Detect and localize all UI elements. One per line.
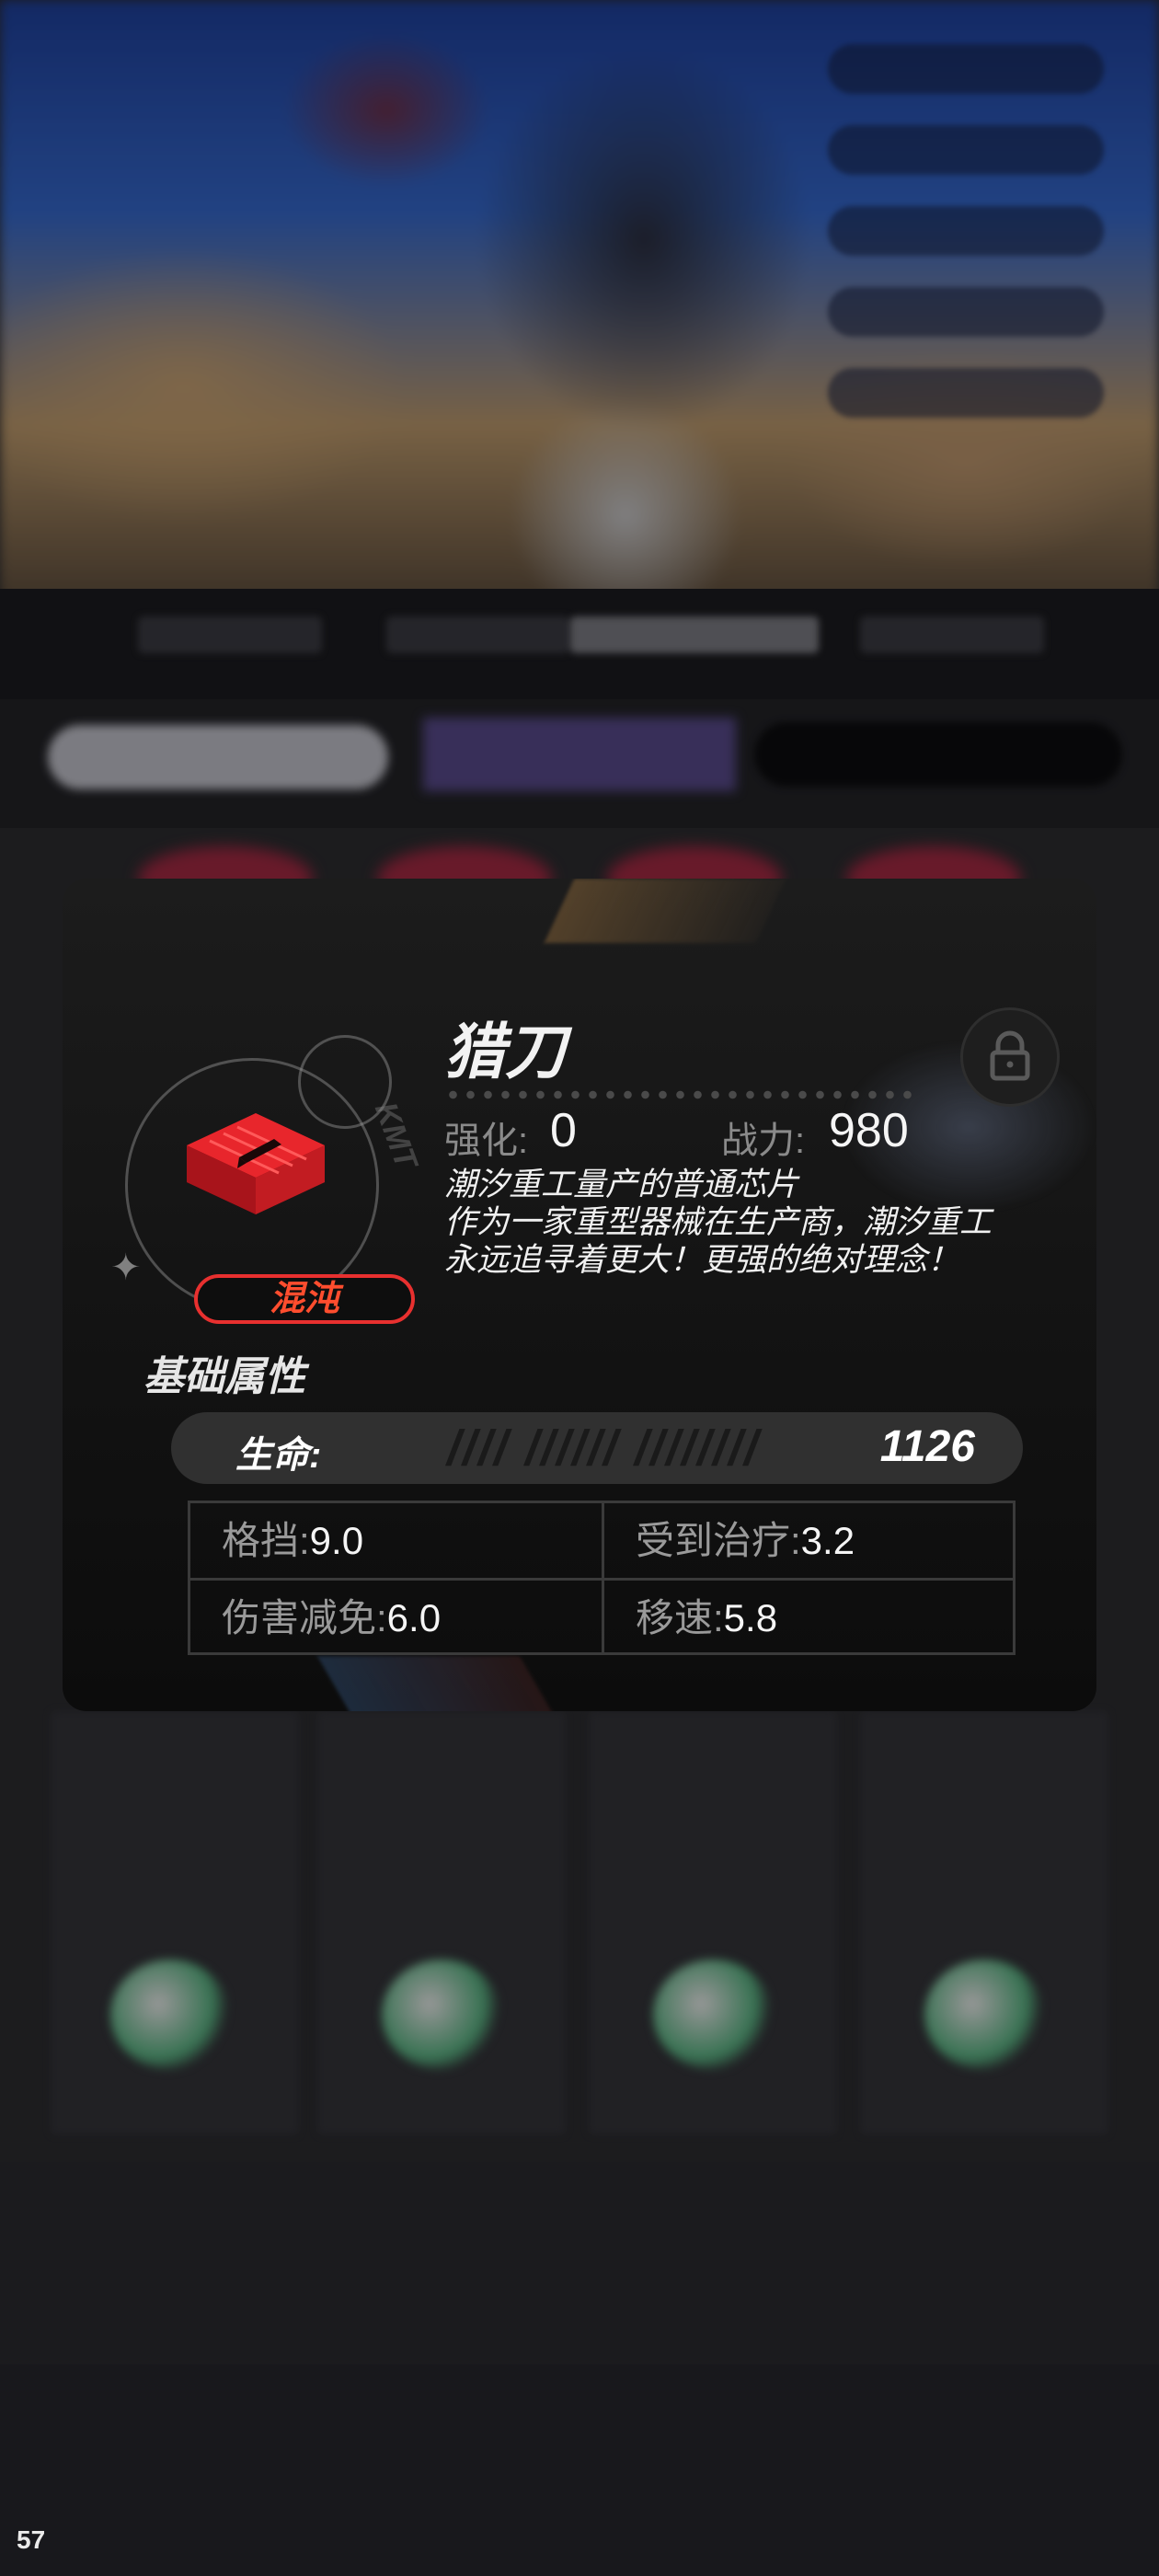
stat-cell-healing: 受到治疗:3.2 — [604, 1503, 1016, 1578]
description-line: 作为一家重型器械在生产商，潮汐重工 — [444, 1204, 993, 1240]
stat-cell-move-speed: 移速:5.8 — [604, 1581, 1016, 1655]
enhance-value: 0 — [550, 1104, 577, 1157]
stat-cell-damage-reduction: 伤害减免:6.0 — [190, 1581, 602, 1655]
card-decoration — [544, 879, 786, 943]
sparkle-icon: ✦ — [110, 1248, 142, 1288]
stat-value: 5.8 — [723, 1596, 778, 1639]
stat-value: 6.0 — [386, 1596, 442, 1639]
chip-icon — [187, 1113, 325, 1214]
item-name: 猎刀 — [444, 1018, 566, 1086]
hp-label: 生命: — [235, 1435, 322, 1476]
item-detail-card: ✦ KMT 混沌 基础属性 猎刀 强化: 0 战力: 980 潮汐重工量产的普通… — [63, 879, 1096, 1711]
hp-value: 1126 — [879, 1422, 975, 1471]
lock-button[interactable] — [960, 1007, 1060, 1107]
enhance-label: 强化: — [444, 1121, 529, 1161]
lock-icon — [990, 1030, 1030, 1081]
section-title-base-attributes: 基础属性 — [143, 1354, 305, 1399]
power-value: 980 — [829, 1104, 909, 1157]
rarity-badge: 混沌 — [194, 1274, 415, 1324]
description-line: 永远追寻着更大！更强的绝对理念！ — [444, 1242, 960, 1278]
stat-label: 格挡: — [222, 1519, 310, 1562]
item-description: 潮汐重工量产的普通芯片 作为一家重型器械在生产商，潮汐重工 永远追寻着更大！更强… — [444, 1166, 1033, 1279]
power-label: 战力: — [721, 1121, 806, 1161]
stats-table: 格挡:9.0 受到治疗:3.2 伤害减免:6.0 移速:5.8 — [188, 1501, 1016, 1655]
card-decoration — [316, 1656, 563, 1711]
fps-counter: 57 — [17, 2525, 46, 2554]
stat-label: 受到治疗: — [636, 1519, 801, 1562]
hp-bar: //// ////// //////// 生命: 1126 — [171, 1412, 1023, 1484]
stat-label: 伤害减免: — [222, 1596, 387, 1639]
stat-label: 移速: — [636, 1596, 724, 1639]
dotted-divider — [444, 1090, 913, 1099]
description-line: 潮汐重工量产的普通芯片 — [444, 1167, 799, 1202]
table-divider — [190, 1578, 1013, 1581]
stat-cell-block: 格挡:9.0 — [190, 1503, 602, 1578]
hp-bar-decoration: //// ////// //////// — [447, 1420, 761, 1476]
stat-value: 9.0 — [309, 1519, 364, 1562]
stat-value: 3.2 — [800, 1519, 855, 1562]
